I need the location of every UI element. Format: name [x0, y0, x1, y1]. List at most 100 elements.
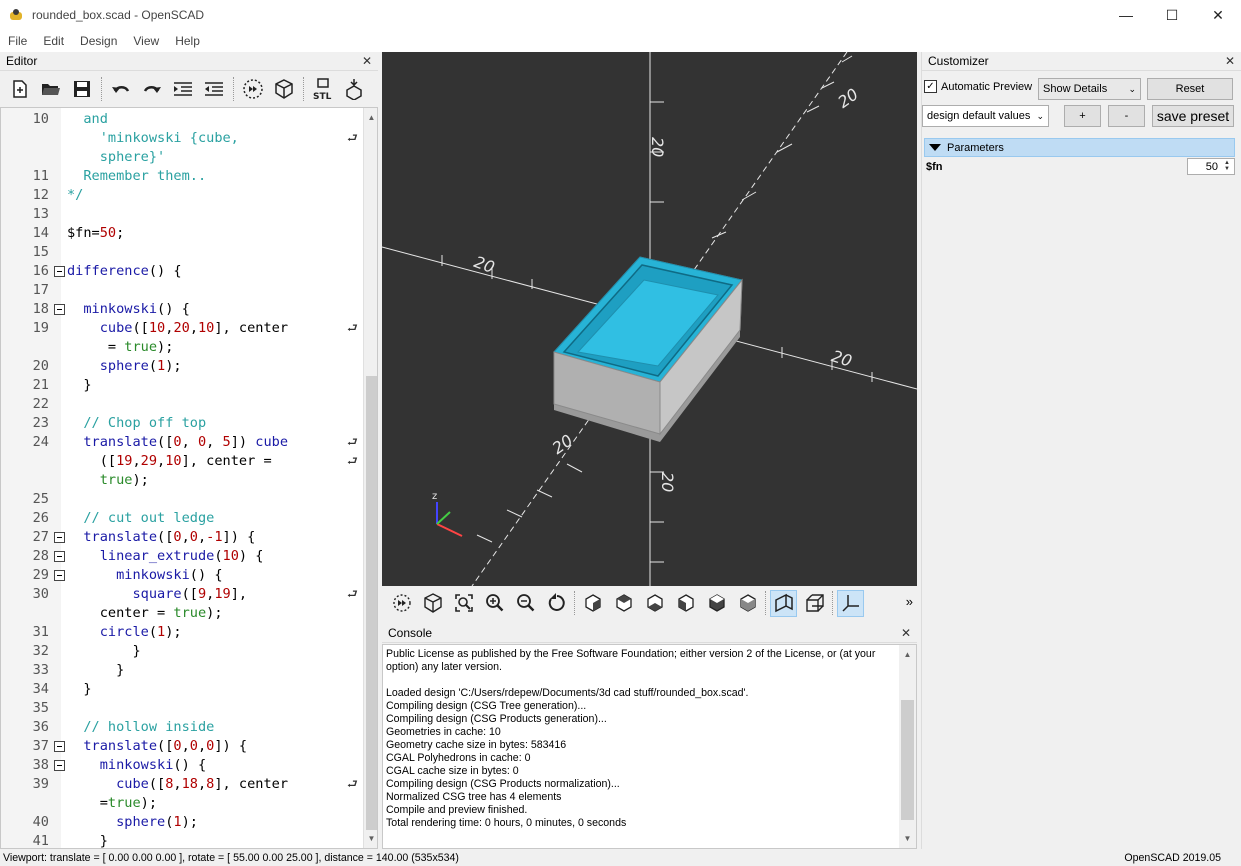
code-line[interactable]: 35: [1, 699, 363, 718]
parameters-group-header[interactable]: Parameters: [924, 138, 1235, 157]
code-line[interactable]: 30 square([9,19], ⮐: [1, 585, 363, 604]
menu-edit[interactable]: Edit: [35, 34, 72, 48]
add-preset-button[interactable]: +: [1064, 105, 1101, 127]
fold-toggle-icon[interactable]: [54, 551, 65, 562]
reset-button[interactable]: Reset: [1147, 78, 1233, 100]
fold-toggle-icon[interactable]: [54, 760, 65, 771]
param-fn-spinbox[interactable]: 50 ▲ ▼: [1187, 158, 1235, 175]
details-select[interactable]: Show Details ⌄: [1038, 78, 1141, 100]
editor-scroll-thumb[interactable]: [366, 376, 377, 830]
3d-viewport[interactable]: 20 20 20 20 20 20 z: [382, 52, 917, 586]
code-line[interactable]: 23 // Chop off top: [1, 414, 363, 433]
code-line[interactable]: 10 and: [1, 110, 363, 129]
fold-toggle-icon[interactable]: [54, 570, 65, 581]
code-line[interactable]: 27 translate([0,0,-1]) {: [1, 528, 363, 547]
redo-icon[interactable]: [140, 77, 164, 101]
code-line[interactable]: 22: [1, 395, 363, 414]
unindent-icon[interactable]: [202, 77, 226, 101]
zoom-out-icon[interactable]: [512, 590, 539, 617]
scroll-down-icon[interactable]: ▼: [364, 831, 377, 846]
code-line[interactable]: 29 minkowski() {: [1, 566, 363, 585]
reset-view-icon[interactable]: [543, 590, 570, 617]
preset-select[interactable]: design default values ⌄: [922, 105, 1049, 127]
scroll-down-icon[interactable]: ▼: [899, 831, 916, 846]
orthogonal-icon[interactable]: [801, 590, 828, 617]
fold-toggle-icon[interactable]: [54, 266, 65, 277]
code-line[interactable]: 24 translate([0, 0, 5]) cube ⮐: [1, 433, 363, 452]
code-line[interactable]: = true);: [1, 338, 363, 357]
code-line[interactable]: 26 // cut out ledge: [1, 509, 363, 528]
fold-toggle-icon[interactable]: [54, 741, 65, 752]
code-line[interactable]: 25: [1, 490, 363, 509]
fold-toggle-icon[interactable]: [54, 532, 65, 543]
automatic-preview-checkbox[interactable]: ✓: [924, 80, 937, 93]
code-line[interactable]: 16 difference() {: [1, 262, 363, 281]
view-left-icon[interactable]: [672, 590, 699, 617]
code-line[interactable]: 33 }: [1, 661, 363, 680]
new-file-icon[interactable]: [8, 77, 32, 101]
code-line[interactable]: 14 $fn=50;: [1, 224, 363, 243]
minimize-button[interactable]: —: [1103, 0, 1149, 30]
code-line[interactable]: true);: [1, 471, 363, 490]
code-line[interactable]: 28 linear_extrude(10) {: [1, 547, 363, 566]
code-line[interactable]: 'minkowski {cube, ⮐: [1, 129, 363, 148]
code-line[interactable]: center = true);: [1, 604, 363, 623]
send-to-printer-icon[interactable]: [342, 77, 366, 101]
code-line[interactable]: 36 // hollow inside: [1, 718, 363, 737]
export-stl-icon[interactable]: STL: [311, 77, 335, 101]
view-top-icon[interactable]: [610, 590, 637, 617]
scroll-up-icon[interactable]: ▲: [899, 647, 916, 662]
show-axes-icon[interactable]: [837, 589, 864, 617]
perspective-icon[interactable]: [770, 589, 797, 617]
indent-icon[interactable]: [171, 77, 195, 101]
undo-icon[interactable]: [109, 77, 133, 101]
close-button[interactable]: ✕: [1195, 0, 1241, 30]
view-all-icon[interactable]: [450, 590, 477, 617]
code-line[interactable]: 21 }: [1, 376, 363, 395]
code-line[interactable]: 11 Remember them..: [1, 167, 363, 186]
render-icon[interactable]: [272, 77, 296, 101]
open-file-icon[interactable]: [39, 77, 63, 101]
editor-scrollbar[interactable]: ▲ ▼: [363, 108, 377, 848]
customizer-close-button[interactable]: ✕: [1225, 54, 1235, 68]
save-preset-button[interactable]: save preset: [1152, 105, 1234, 127]
code-line[interactable]: 31 circle(1);: [1, 623, 363, 642]
menu-file[interactable]: File: [0, 34, 35, 48]
preview-icon[interactable]: [388, 590, 415, 617]
code-line[interactable]: 18 minkowski() {: [1, 300, 363, 319]
code-line[interactable]: 20 sphere(1);: [1, 357, 363, 376]
zoom-in-icon[interactable]: [481, 590, 508, 617]
code-line[interactable]: =true);: [1, 794, 363, 813]
console-output[interactable]: Public License as published by the Free …: [382, 644, 917, 849]
code-line[interactable]: 15: [1, 243, 363, 262]
save-icon[interactable]: [70, 77, 94, 101]
view-right-icon[interactable]: [579, 590, 606, 617]
scroll-up-icon[interactable]: ▲: [364, 110, 377, 125]
remove-preset-button[interactable]: -: [1108, 105, 1145, 127]
code-line[interactable]: 32 }: [1, 642, 363, 661]
code-line[interactable]: 38 minkowski() {: [1, 756, 363, 775]
code-line[interactable]: 39 cube([8,18,8], center ⮐: [1, 775, 363, 794]
menu-view[interactable]: View: [125, 34, 167, 48]
menu-help[interactable]: Help: [167, 34, 208, 48]
code-line[interactable]: 19 cube([10,20,10], center ⮐: [1, 319, 363, 338]
code-line[interactable]: 13: [1, 205, 363, 224]
code-line[interactable]: sphere}': [1, 148, 363, 167]
code-line[interactable]: ([19,29,10], center = ⮐: [1, 452, 363, 471]
view-front-icon[interactable]: [703, 590, 730, 617]
code-line[interactable]: 12 */: [1, 186, 363, 205]
console-close-button[interactable]: ✕: [901, 626, 911, 640]
spinbox-arrows-icon[interactable]: ▲ ▼: [1221, 160, 1233, 173]
more-tools-icon[interactable]: »: [906, 594, 913, 609]
fold-toggle-icon[interactable]: [54, 304, 65, 315]
code-line[interactable]: 41 }: [1, 832, 363, 848]
code-line[interactable]: 34 }: [1, 680, 363, 699]
editor-close-button[interactable]: ✕: [362, 54, 372, 68]
menu-design[interactable]: Design: [72, 34, 125, 48]
code-line[interactable]: 17: [1, 281, 363, 300]
maximize-button[interactable]: ☐: [1149, 0, 1195, 30]
preview-icon[interactable]: [241, 77, 265, 101]
code-line[interactable]: 40 sphere(1);: [1, 813, 363, 832]
view-bottom-icon[interactable]: [641, 590, 668, 617]
code-editor[interactable]: 10 and 'minkowski {cube, ⮐ sphere}' 11 Rem…: [0, 107, 378, 849]
